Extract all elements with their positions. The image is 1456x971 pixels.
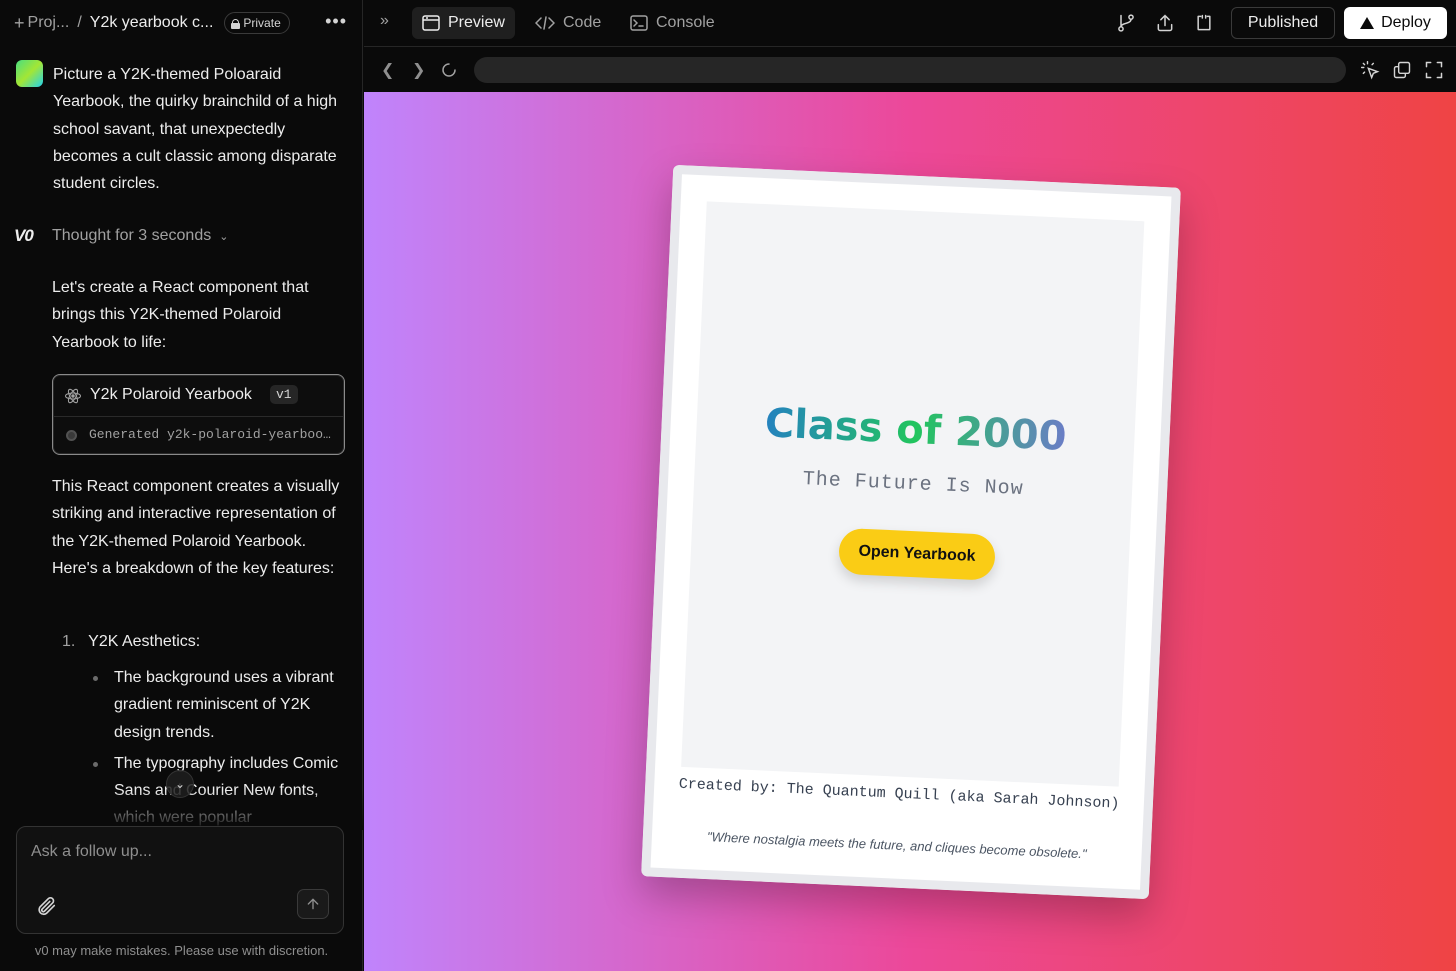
preview-canvas: Class of 2000 The Future Is Now Open Yea… xyxy=(364,92,1456,971)
assistant-intro: Let's create a React component that brin… xyxy=(52,279,309,351)
tab-code[interactable]: Code xyxy=(525,7,611,39)
scroll-down-button[interactable]: ⌄ xyxy=(166,770,194,798)
assistant-description: This React component creates a visually … xyxy=(52,478,340,577)
top-toolbar: » Preview Code Console Published Deploy xyxy=(364,0,1456,47)
artifact-card[interactable]: Y2k Polaroid Yearbook v1 Generated y2k-p… xyxy=(52,374,345,455)
reload-icon[interactable] xyxy=(440,61,458,79)
artifact-title: Y2k Polaroid Yearbook xyxy=(90,386,252,403)
new-project-icon[interactable]: + xyxy=(14,13,25,34)
card-divider xyxy=(53,416,344,417)
deploy-label: Deploy xyxy=(1381,14,1431,31)
chevron-down-icon: ⌄ xyxy=(174,777,186,791)
terminal-icon xyxy=(630,15,648,31)
private-label: Private xyxy=(243,16,281,30)
expand-sidebar-icon[interactable]: » xyxy=(380,12,389,30)
user-message-text: Picture a Y2K-themed Poloaraid Yearbook,… xyxy=(53,66,338,193)
subtitle: The Future Is Now xyxy=(802,468,1025,502)
sidebar-header: + Proj... / Y2k yearbook c... Private ••… xyxy=(0,0,363,46)
tab-console[interactable]: Console xyxy=(620,7,725,39)
arrow-up-icon xyxy=(307,898,319,910)
private-badge[interactable]: Private xyxy=(224,12,290,34)
code-icon xyxy=(535,16,555,30)
published-button[interactable]: Published xyxy=(1231,7,1335,39)
disclaimer-text: v0 may make mistakes. Please use with di… xyxy=(34,943,329,958)
list-label: Y2K Aesthetics: xyxy=(88,633,201,650)
quote-text: "Where nostalgia meets the future, and c… xyxy=(706,829,1087,862)
list-number: 1. xyxy=(62,633,76,650)
status-dot-icon xyxy=(66,430,77,441)
breadcrumb-projects[interactable]: Proj... xyxy=(28,14,70,32)
thought-toggle[interactable]: V0 Thought for 3 seconds ⌄ xyxy=(14,226,228,246)
paperclip-icon[interactable] xyxy=(35,895,57,917)
back-arrow-icon[interactable]: ❮ xyxy=(381,60,394,80)
tab-label: Code xyxy=(563,14,602,31)
user-avatar xyxy=(16,60,43,87)
url-input[interactable] xyxy=(474,57,1346,83)
breadcrumb-separator: / xyxy=(77,14,82,31)
open-new-window-icon[interactable] xyxy=(1392,60,1412,80)
react-atom-icon xyxy=(64,388,82,404)
class-title: Class of 2000 xyxy=(696,397,1136,463)
tab-label: Preview xyxy=(448,14,505,31)
polaroid-card: Class of 2000 The Future Is Now Open Yea… xyxy=(641,164,1181,900)
tab-label: Console xyxy=(656,14,715,31)
follow-up-input[interactable] xyxy=(17,827,343,887)
browser-window-icon xyxy=(422,15,440,31)
address-bar: ❮ ❯ xyxy=(364,48,1456,92)
more-options-button[interactable]: ••• xyxy=(325,11,347,32)
fullscreen-icon[interactable] xyxy=(1424,60,1444,80)
polaroid-photo-area: Class of 2000 The Future Is Now Open Yea… xyxy=(681,201,1145,787)
list-item: 1. Y2K Aesthetics: xyxy=(62,628,200,655)
select-element-icon[interactable] xyxy=(1360,60,1380,80)
deploy-button[interactable]: Deploy xyxy=(1344,7,1447,39)
v0-logo: V0 xyxy=(14,226,34,245)
thought-label: Thought for 3 seconds xyxy=(52,227,212,244)
bullet-item: The background uses a vibrant gradient r… xyxy=(91,664,343,746)
lock-icon xyxy=(231,18,241,29)
tab-preview[interactable]: Preview xyxy=(412,7,515,39)
embed-frame-icon[interactable] xyxy=(1194,13,1214,33)
chat-title[interactable]: Y2k yearbook c... xyxy=(90,14,214,32)
send-button[interactable] xyxy=(297,889,329,919)
chevron-down-icon: ⌄ xyxy=(219,230,229,243)
forward-arrow-icon[interactable]: ❯ xyxy=(412,60,425,80)
version-badge: v1 xyxy=(270,385,298,404)
chat-composer xyxy=(16,826,344,934)
git-branch-icon[interactable] xyxy=(1116,13,1136,33)
share-icon[interactable] xyxy=(1155,13,1175,33)
open-yearbook-button[interactable]: Open Yearbook xyxy=(838,527,996,581)
artifact-status: Generated y2k-polaroid-yearbook.tsx xyxy=(89,427,334,442)
chat-sidebar: + Proj... / Y2k yearbook c... Private ••… xyxy=(0,0,363,971)
vercel-triangle-icon xyxy=(1360,17,1375,29)
